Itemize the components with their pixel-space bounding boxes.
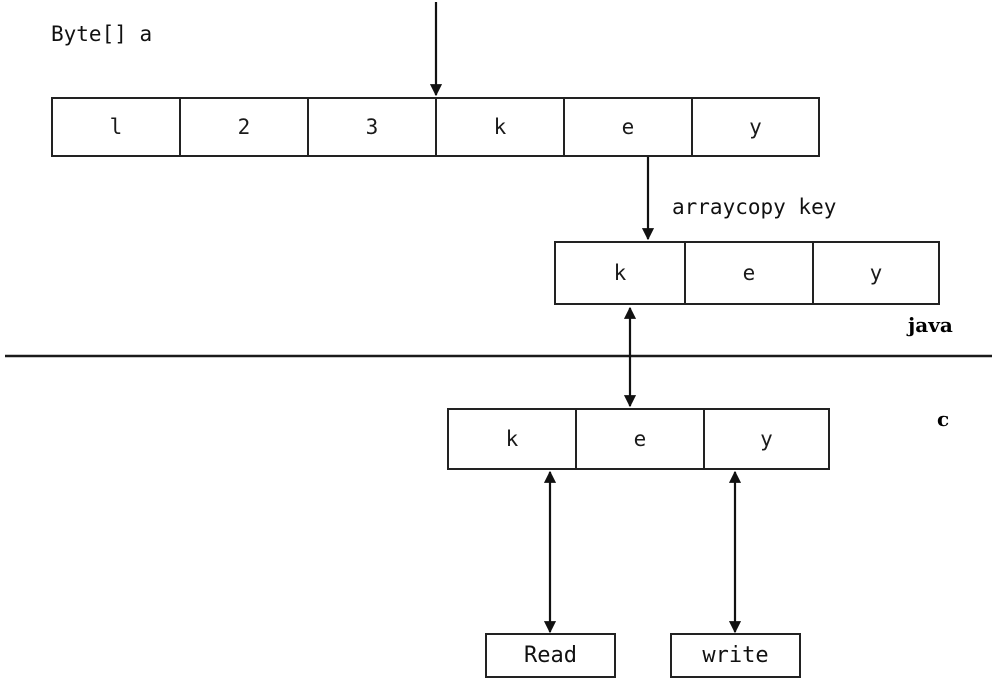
- array-cell: k: [449, 410, 577, 468]
- c-region-label: c: [937, 407, 950, 431]
- java-region-label: java: [908, 313, 953, 337]
- array-cell: 3: [309, 99, 437, 155]
- array-cell: e: [686, 243, 814, 303]
- array-cell: k: [437, 99, 565, 155]
- array-cell: e: [565, 99, 693, 155]
- array-cell: k: [556, 243, 686, 303]
- array-cell: e: [577, 410, 705, 468]
- array-cell: l: [53, 99, 181, 155]
- array-cell: y: [814, 243, 938, 303]
- array-cell: 2: [181, 99, 309, 155]
- read-box: Read: [485, 633, 616, 678]
- java-key-array: k e y: [554, 241, 940, 305]
- write-box: write: [670, 633, 801, 678]
- c-key-array: k e y: [447, 408, 830, 470]
- array-cell: y: [705, 410, 828, 468]
- byte-array-a: l 2 3 k e y: [51, 97, 820, 157]
- arraycopy-edge-label: arraycopy key: [672, 195, 837, 219]
- byte-array-title-label: Byte[] a: [51, 22, 153, 46]
- array-cell: y: [693, 99, 818, 155]
- diagram-canvas: Byte[] a l 2 3 k e y arraycopy key k e y…: [0, 0, 1000, 686]
